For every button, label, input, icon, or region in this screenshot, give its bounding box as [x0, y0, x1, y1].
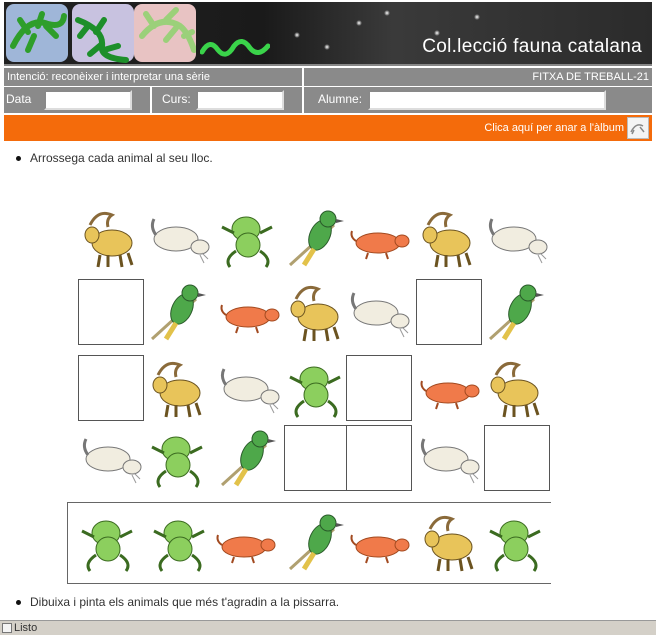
ermine-icon[interactable] [216, 355, 282, 421]
page-title: Col.lecció fauna catalana [422, 36, 642, 57]
lizard-icon [200, 39, 270, 57]
hamster-icon[interactable] [346, 205, 412, 271]
divider [302, 87, 304, 113]
student-input[interactable] [368, 90, 606, 110]
album-icon[interactable] [627, 117, 649, 139]
bird-icon[interactable] [146, 279, 212, 345]
status-bar: Listo [0, 620, 656, 635]
course-input[interactable] [196, 90, 284, 110]
goat-icon[interactable] [284, 279, 350, 345]
goat-icon[interactable] [484, 355, 550, 421]
student-form: Data Curs: Alumne: [4, 87, 652, 113]
student-label: Alumne: [318, 92, 363, 106]
hamster-icon[interactable] [416, 355, 482, 421]
frog-icon[interactable] [148, 509, 214, 575]
hamster-icon[interactable] [346, 509, 412, 575]
banner-lizards [4, 2, 304, 64]
lizard-icon [139, 7, 196, 53]
drop-target[interactable] [484, 425, 550, 491]
answer-pool [67, 502, 551, 584]
drop-target[interactable] [78, 279, 144, 345]
lizard-icon [10, 11, 67, 53]
drop-target[interactable] [346, 425, 412, 491]
bird-icon[interactable] [284, 205, 350, 271]
sheet-label: FITXA DE TREBALL-21 [304, 68, 652, 86]
bird-icon[interactable] [484, 279, 550, 345]
header-banner: Col.lecció fauna catalana [4, 2, 652, 66]
intent-label: Intenció: reconèixer i interpretar una s… [4, 68, 302, 86]
ermine-icon[interactable] [78, 425, 144, 491]
date-label: Data [6, 92, 32, 106]
drop-target[interactable] [78, 355, 144, 421]
frog-icon[interactable] [76, 509, 142, 575]
frog-icon[interactable] [216, 205, 282, 271]
ermine-icon[interactable] [416, 425, 482, 491]
goat-icon[interactable] [416, 205, 482, 271]
ermine-icon[interactable] [146, 205, 212, 271]
album-bar: Clica aquí per anar a l'àlbum [4, 115, 652, 141]
frog-icon[interactable] [146, 425, 212, 491]
instruction-draw: Dibuixa i pinta els animals que més t'ag… [15, 595, 340, 609]
status-text: Listo [14, 622, 38, 634]
ermine-icon[interactable] [484, 205, 550, 271]
hamster-icon[interactable] [216, 279, 282, 345]
album-link[interactable]: Clica aquí per anar a l'àlbum [484, 122, 624, 134]
course-label: Curs: [162, 92, 191, 106]
ermine-icon[interactable] [346, 279, 412, 345]
goat-icon[interactable] [146, 355, 212, 421]
goat-icon[interactable] [418, 509, 484, 575]
instruction-drag: Arrossega cada animal al seu lloc. [16, 151, 213, 165]
divider [150, 87, 152, 113]
bird-icon[interactable] [284, 509, 350, 575]
page-icon [2, 623, 12, 633]
drop-target[interactable] [416, 279, 482, 345]
page: Col.lecció fauna catalana Intenció: reco… [0, 0, 656, 635]
drop-target[interactable] [346, 355, 412, 421]
frog-icon[interactable] [284, 355, 350, 421]
hamster-icon[interactable] [212, 509, 278, 575]
drop-target[interactable] [284, 425, 350, 491]
frog-icon[interactable] [484, 509, 550, 575]
goat-icon[interactable] [78, 205, 144, 271]
lizard-icon [75, 17, 129, 63]
date-input[interactable] [44, 90, 132, 110]
bird-icon[interactable] [216, 425, 282, 491]
